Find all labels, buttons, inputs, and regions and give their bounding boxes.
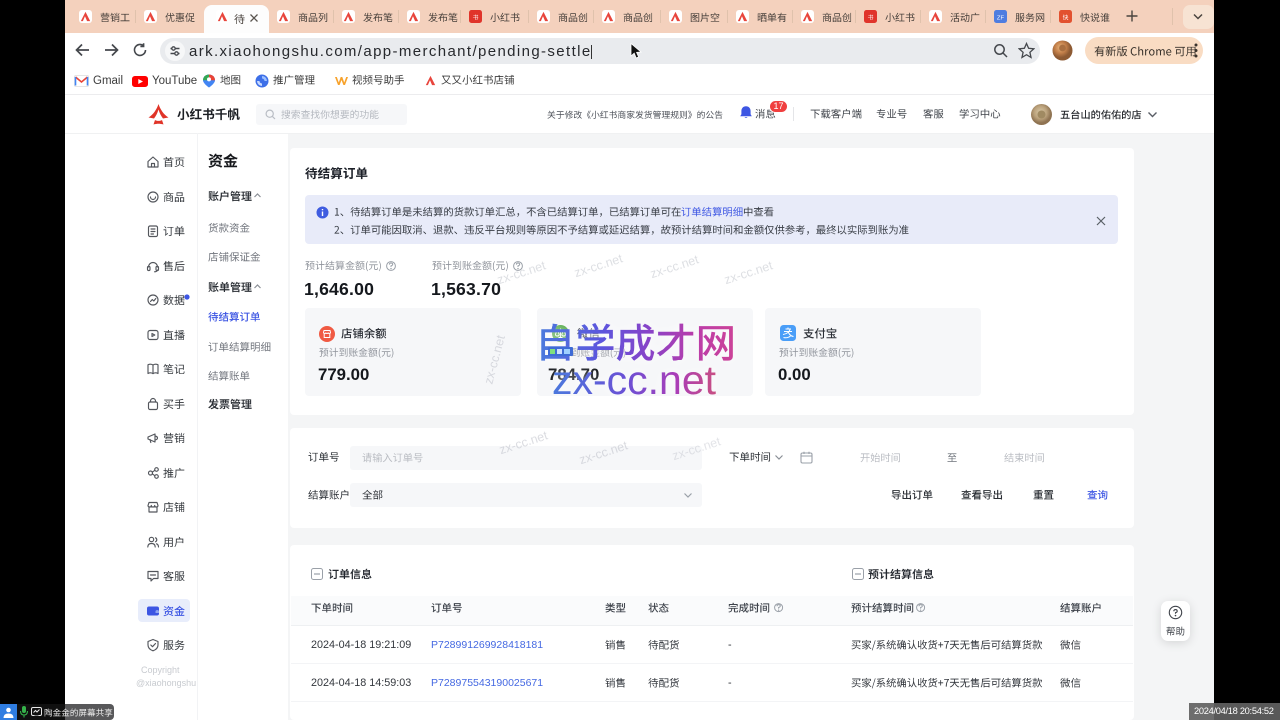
svg-text:ZF: ZF (997, 15, 1005, 21)
svg-text:快: 快 (1063, 13, 1069, 21)
svg-text:zx-cc.net: zx-cc.net (552, 357, 717, 403)
svg-text:书: 书 (473, 13, 479, 21)
svg-text:书: 书 (868, 13, 874, 21)
